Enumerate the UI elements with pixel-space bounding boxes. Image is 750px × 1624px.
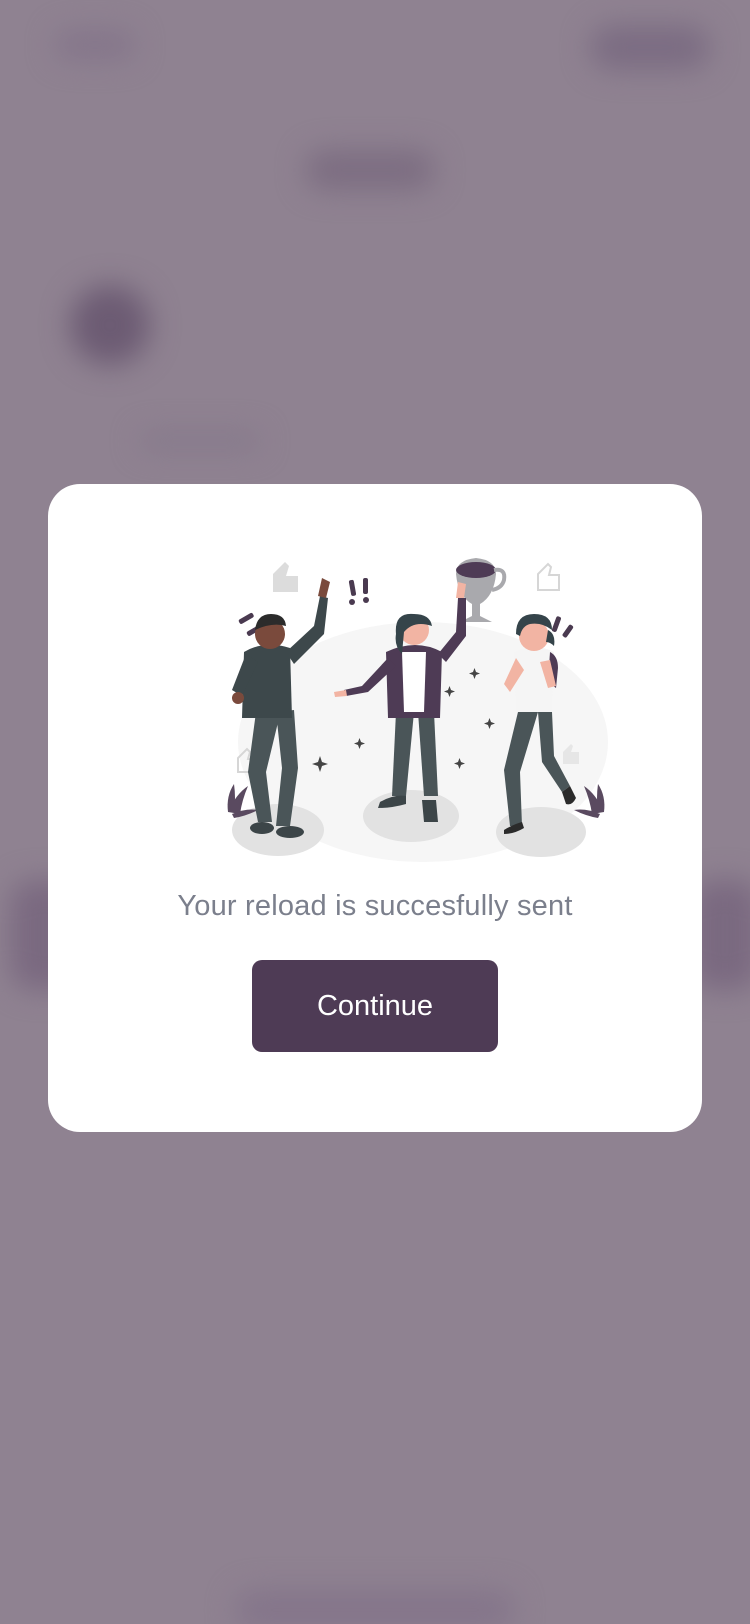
screen: Your reload is succesfully sent Continue [0, 0, 750, 1624]
background-home-indicator [235, 1590, 515, 1624]
success-modal: Your reload is succesfully sent Continue [48, 484, 702, 1132]
background-title [305, 150, 435, 190]
background-text-line [140, 432, 260, 450]
background-avatar [70, 285, 150, 365]
continue-button[interactable]: Continue [252, 960, 498, 1052]
celebration-people-trophy-icon [227, 558, 608, 862]
success-message: Your reload is succesfully sent [177, 890, 573, 922]
background-status-left [55, 30, 135, 60]
background-status-right [590, 25, 710, 70]
